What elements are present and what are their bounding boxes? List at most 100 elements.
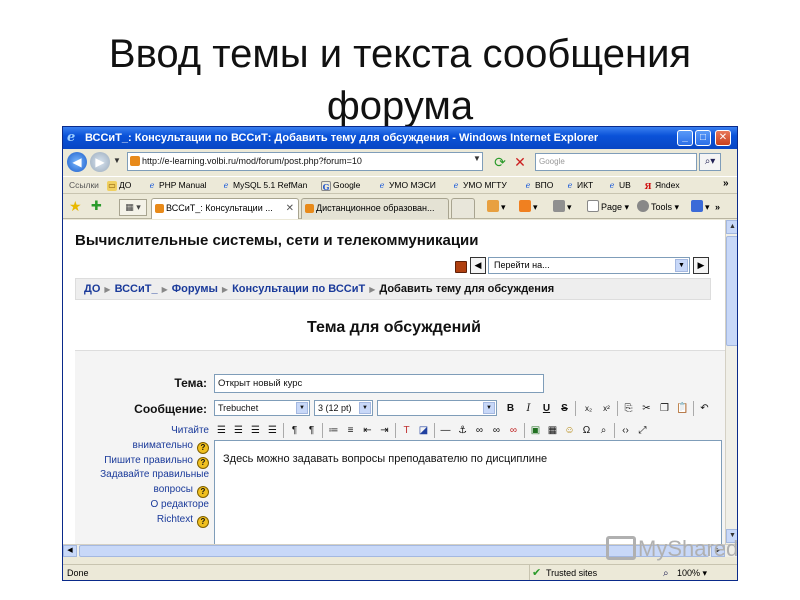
rtl-direction-icon[interactable]: ¶: [304, 423, 319, 438]
align-justify-icon[interactable]: ☰: [265, 423, 280, 438]
insert-image-icon[interactable]: ▣: [528, 423, 543, 438]
recent-pages-chevron-icon[interactable]: ▼: [113, 156, 121, 165]
link-item-umo-mesi[interactable]: e УМО МЭСИ: [377, 177, 436, 193]
search-replace-icon[interactable]: ⌕: [596, 423, 611, 438]
stop-icon[interactable]: ✕: [511, 153, 529, 171]
paste-icon[interactable]: 📋: [675, 401, 690, 416]
link-item-php-manual[interactable]: e PHP Manual: [147, 177, 207, 193]
ordered-list-icon[interactable]: ≔: [326, 423, 341, 438]
link-item-umo-mgtu[interactable]: e УМО МГТУ: [451, 177, 507, 193]
link-item-google[interactable]: G Google: [321, 177, 360, 193]
help-icon[interactable]: ▾: [691, 199, 710, 215]
clean-format-icon[interactable]: ⎘: [621, 401, 636, 416]
title-bar[interactable]: e ВССиТ_: Консультации по ВССиТ: Добавит…: [63, 127, 737, 149]
superscript-button[interactable]: x²: [599, 401, 614, 416]
strikethrough-button[interactable]: S: [557, 401, 572, 416]
paragraph-style-select[interactable]: ▼: [377, 400, 497, 416]
add-favorite-icon[interactable]: ✚: [91, 198, 102, 214]
help-link-richtext[interactable]: Richtext?: [157, 514, 209, 528]
bold-button[interactable]: B: [503, 401, 518, 416]
unordered-list-icon[interactable]: ≡: [343, 423, 358, 438]
anchor-icon[interactable]: ⚓: [455, 423, 470, 438]
align-left-icon[interactable]: ☰: [214, 423, 229, 438]
nolink-icon[interactable]: ∞: [506, 423, 521, 438]
search-icon[interactable]: ⌕▾: [699, 153, 721, 171]
font-size-select[interactable]: 3 (12 pt) ▼: [314, 400, 373, 416]
security-zone[interactable]: ✔ Trusted sites: [529, 565, 655, 580]
align-center-icon[interactable]: ☰: [231, 423, 246, 438]
print-icon[interactable]: ▾: [553, 199, 572, 215]
help-link-read[interactable]: Читайте: [171, 425, 209, 436]
undo-icon[interactable]: ↶: [697, 401, 712, 416]
subject-input[interactable]: Открыт новый курс: [214, 374, 544, 393]
tools-menu[interactable]: Tools ▾: [637, 199, 679, 215]
scroll-left-icon[interactable]: ◀: [63, 545, 77, 557]
horizontal-rule-icon[interactable]: —: [438, 423, 453, 438]
help-link-about-editor[interactable]: О редакторе: [151, 499, 210, 510]
italic-button[interactable]: I: [521, 401, 536, 416]
minimize-button[interactable]: _: [677, 130, 693, 146]
indent-icon[interactable]: ⇥: [377, 423, 392, 438]
home-icon[interactable]: ▾: [487, 199, 506, 215]
tab-distance-education[interactable]: Дистанционное образован...: [301, 198, 449, 219]
scroll-up-icon[interactable]: ▲: [726, 220, 737, 234]
command-more-chevron-icon[interactable]: »: [715, 199, 720, 215]
unlink-icon[interactable]: ∞: [489, 423, 504, 438]
underline-button[interactable]: U: [539, 401, 554, 416]
cut-icon[interactable]: ✂: [639, 401, 654, 416]
scroll-thumb[interactable]: [726, 236, 737, 346]
link-item-mysql[interactable]: e MySQL 5.1 RefMan: [221, 177, 308, 193]
link-item-ikt[interactable]: e ИКТ: [565, 177, 594, 193]
page-menu[interactable]: Page ▾: [587, 199, 629, 215]
html-source-icon[interactable]: ‹›: [618, 423, 633, 438]
help-link-write-correctly[interactable]: Пишите правильно?: [104, 455, 209, 469]
search-input[interactable]: Google: [535, 153, 697, 171]
insert-table-icon[interactable]: ▦: [545, 423, 560, 438]
quick-tabs-button[interactable]: ▦ ▾: [119, 199, 147, 216]
back-button[interactable]: ◀: [67, 152, 87, 172]
zoom-control[interactable]: ⌕ 100% ▾: [663, 565, 707, 580]
link-item-yandex[interactable]: Я Яndex: [643, 177, 679, 193]
link-item-do[interactable]: ▭ ДО: [107, 177, 131, 193]
new-tab-button[interactable]: [451, 198, 475, 218]
close-button[interactable]: ✕: [715, 130, 731, 146]
text-color-icon[interactable]: T: [399, 423, 414, 438]
url-input[interactable]: http://e-learning.volbi.ru/mod/forum/pos…: [127, 152, 483, 171]
previous-activity-button[interactable]: ◀: [470, 257, 486, 274]
forward-button[interactable]: ▶: [90, 152, 110, 172]
feeds-icon[interactable]: ▾: [519, 199, 538, 215]
vertical-scrollbar[interactable]: ▲ ▼: [725, 220, 737, 544]
smiley-icon[interactable]: ☺: [562, 423, 577, 438]
breadcrumb-separator-icon: ▶: [221, 285, 229, 294]
help-link-questions[interactable]: вопросы?: [154, 484, 209, 498]
next-activity-button[interactable]: ▶: [693, 257, 709, 274]
links-more-chevron-icon[interactable]: »: [723, 177, 729, 192]
tab-close-icon[interactable]: ✕: [286, 199, 294, 218]
jump-to-select[interactable]: Перейти на... ▼: [488, 257, 690, 274]
url-dropdown-chevron-icon[interactable]: ▼: [473, 154, 481, 163]
link-item-ub[interactable]: e UB: [607, 177, 631, 193]
link-item-vpo[interactable]: e ВПО: [523, 177, 554, 193]
tab-forum[interactable]: ВССиТ_: Консультации ... ✕: [151, 198, 299, 219]
maximize-button[interactable]: □: [695, 130, 711, 146]
save-icon[interactable]: [455, 261, 467, 273]
link-icon[interactable]: ∞: [472, 423, 487, 438]
subscript-button[interactable]: x₂: [581, 401, 596, 416]
breadcrumb-link-consultations[interactable]: Консультации по ВССиТ: [232, 283, 365, 295]
breadcrumb-link-do[interactable]: ДО: [84, 283, 100, 295]
favorites-star-icon[interactable]: ★: [69, 198, 82, 214]
breadcrumb-link-forums[interactable]: Форумы: [172, 283, 218, 295]
fullscreen-icon[interactable]: ⤢: [635, 423, 650, 438]
refresh-icon[interactable]: ⟳: [491, 153, 509, 171]
ltr-direction-icon[interactable]: ¶: [287, 423, 302, 438]
copy-icon[interactable]: ❐: [657, 401, 672, 416]
special-char-icon[interactable]: Ω: [579, 423, 594, 438]
outdent-icon[interactable]: ⇤: [360, 423, 375, 438]
message-editor[interactable]: Здесь можно задавать вопросы преподавате…: [214, 440, 722, 544]
breadcrumb-link-vssit[interactable]: ВССиТ_: [115, 283, 158, 295]
help-link-read-carefully[interactable]: внимательно?: [133, 440, 209, 454]
align-right-icon[interactable]: ☰: [248, 423, 263, 438]
help-link-ask-correctly[interactable]: Задавайте правильные: [100, 469, 209, 480]
font-family-select[interactable]: Trebuchet ▼: [214, 400, 310, 416]
background-color-icon[interactable]: ◪: [416, 423, 431, 438]
